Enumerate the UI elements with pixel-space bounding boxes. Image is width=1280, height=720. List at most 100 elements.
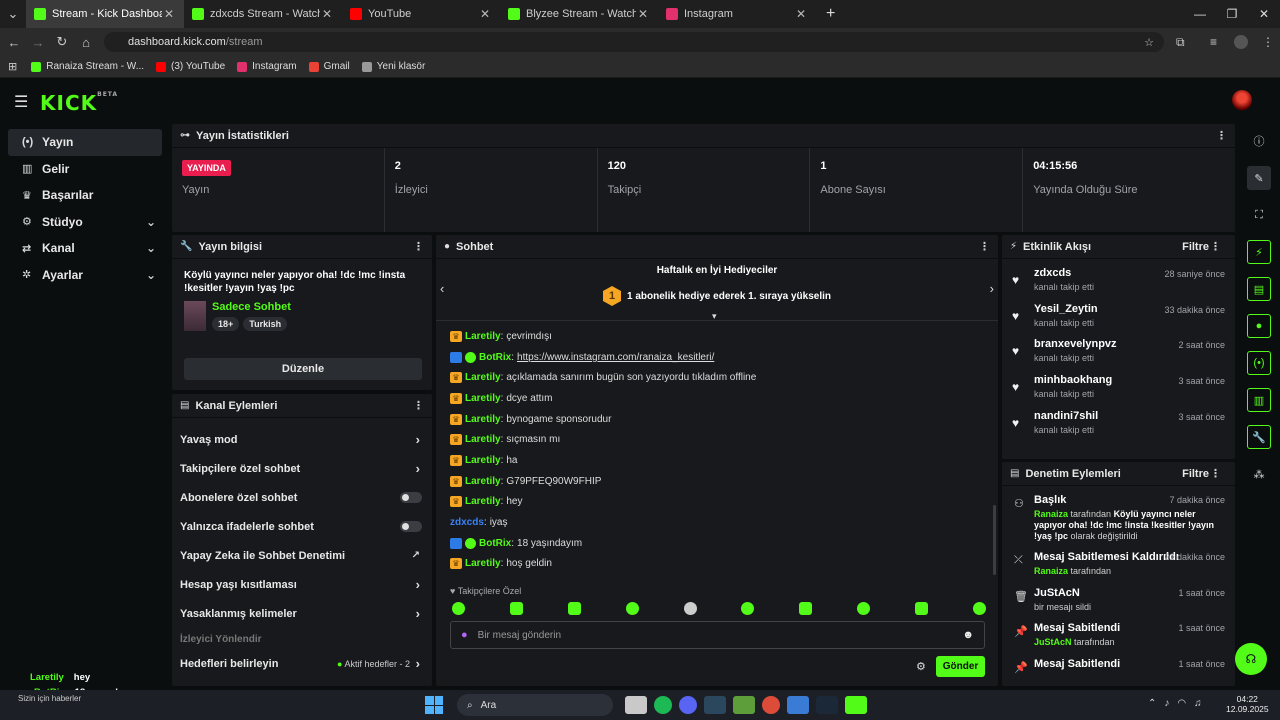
tray-chevron-icon[interactable]: ⌃ xyxy=(1148,698,1156,709)
sidebar-item-5[interactable]: ✲ Ayarlar ⌄ xyxy=(8,262,162,289)
steam-alt-icon[interactable] xyxy=(816,696,838,714)
widgets-icon[interactable]: ⁂ xyxy=(1247,462,1271,486)
tab-close-icon[interactable]: ✕ xyxy=(636,7,650,21)
browser-menu-icon[interactable]: ⋮ xyxy=(1262,35,1274,49)
home-icon[interactable]: ⌂ xyxy=(74,35,98,50)
emote[interactable] xyxy=(509,602,523,615)
volume-icon[interactable]: ♫ xyxy=(1194,698,1202,709)
emote[interactable] xyxy=(567,602,581,615)
activity-widget-icon[interactable]: ⚡ xyxy=(1247,240,1271,264)
media-icon[interactable]: ≡ xyxy=(1210,35,1217,49)
tab-close-icon[interactable]: ✕ xyxy=(794,7,808,21)
close-window-button[interactable]: ✕ xyxy=(1248,0,1280,28)
moderation-filter-button[interactable]: Filtre xyxy=(1182,468,1209,480)
new-tab-button[interactable]: + xyxy=(826,5,835,23)
moderation-more-icon[interactable]: ⋮ xyxy=(1210,467,1221,480)
kick-app-icon[interactable] xyxy=(845,696,867,714)
emote[interactable] xyxy=(915,602,928,615)
sidebar-item-2[interactable]: ♛ Başarılar xyxy=(8,182,162,209)
emote[interactable] xyxy=(972,602,986,615)
sidebar-item-1[interactable]: ▥ Gelir xyxy=(8,156,162,183)
stats-widget-icon[interactable]: ▤ xyxy=(1247,277,1271,301)
moderation-actor[interactable]: Ranaiza xyxy=(1034,566,1068,576)
news-widget[interactable]: Sizin için haberler xyxy=(18,694,81,703)
toggle-switch[interactable] xyxy=(400,492,422,503)
forward-icon[interactable]: → xyxy=(26,35,50,50)
activity-more-icon[interactable]: ⋮ xyxy=(1210,240,1221,253)
support-button[interactable]: ☊ xyxy=(1235,643,1267,675)
chat-username[interactable]: Laretily xyxy=(465,393,501,404)
chat-username[interactable]: BotRix xyxy=(479,352,511,363)
gifters-prev-icon[interactable]: ‹ xyxy=(440,281,444,296)
channel-action-row[interactable]: Yavaş mod › xyxy=(172,425,432,454)
chat-link[interactable]: https://www.instagram.com/ranaiza_kesitl… xyxy=(517,352,714,363)
url-field[interactable]: dashboard.kick.com/stream ☆ xyxy=(104,32,1164,52)
bookmark-item[interactable]: Yeni klasör xyxy=(361,61,425,72)
chat-username[interactable]: Laretily xyxy=(465,414,501,425)
chat-more-icon[interactable]: ⋮ xyxy=(979,240,990,253)
chat-username[interactable]: zdxcds xyxy=(450,517,484,528)
sidebar-item-0[interactable]: (•) Yayın xyxy=(8,129,162,156)
sidebar-item-4[interactable]: ⇄ Kanal ⌄ xyxy=(8,235,162,262)
tools-widget-icon[interactable]: 🔧 xyxy=(1247,425,1271,449)
windows-start-icon[interactable] xyxy=(425,696,443,714)
channel-action-row[interactable]: Yapay Zeka ile Sohbet Denetimi ↗ xyxy=(172,541,432,570)
browser-tab[interactable]: Stream - Kick Dashboard✕ xyxy=(26,0,184,28)
hamburger-menu-icon[interactable]: ☰ xyxy=(14,92,28,112)
collapse-banner-icon[interactable]: ▾ xyxy=(712,311,717,322)
maximize-button[interactable]: ❐ xyxy=(1216,0,1248,28)
stream-info-more-icon[interactable]: ⋮ xyxy=(413,240,424,253)
send-button[interactable]: Gönder xyxy=(936,656,985,677)
fullscreen-icon[interactable]: ⛶ xyxy=(1247,203,1271,227)
minecraft-icon[interactable] xyxy=(733,696,755,714)
channel-action-row[interactable]: Takipçilere özel sohbet › xyxy=(172,454,432,483)
chat-username[interactable]: BotRix xyxy=(479,538,511,549)
browser-tab[interactable]: zdxcds Stream - Watch Live on✕ xyxy=(184,0,342,28)
discord-icon[interactable] xyxy=(679,696,697,714)
moderation-actor[interactable]: Ranaiza xyxy=(1034,509,1068,519)
channel-action-row[interactable]: Yalnızca ifadelerle sohbet xyxy=(172,512,432,541)
chat-username[interactable]: Laretily xyxy=(465,476,501,487)
edit-icon[interactable]: ✎ xyxy=(1247,166,1271,190)
extensions-icon[interactable]: ⧉ xyxy=(1176,35,1185,50)
chat-username[interactable]: Laretily xyxy=(465,331,501,342)
chrome-icon[interactable] xyxy=(762,696,780,714)
back-icon[interactable]: ← xyxy=(2,35,26,50)
broadcast-widget-icon[interactable]: (•) xyxy=(1247,351,1271,375)
settings-app-icon[interactable] xyxy=(787,696,809,714)
emote[interactable] xyxy=(452,602,465,615)
chat-username[interactable]: Laretily xyxy=(465,434,501,445)
activity-filter-button[interactable]: Filtre xyxy=(1182,241,1209,253)
emote[interactable] xyxy=(741,602,755,615)
tab-close-icon[interactable]: ✕ xyxy=(320,7,334,21)
tab-close-icon[interactable]: ✕ xyxy=(478,7,492,21)
bookmark-item[interactable]: (3) YouTube xyxy=(156,61,225,72)
spotify-icon[interactable] xyxy=(654,696,672,714)
emote[interactable] xyxy=(857,602,871,615)
tab-search-icon[interactable]: ⌄ xyxy=(0,6,26,22)
file-explorer-icon[interactable] xyxy=(625,696,647,714)
scrollbar[interactable] xyxy=(993,505,996,575)
mic-tray-icon[interactable]: ♪ xyxy=(1164,698,1169,709)
bookmark-item[interactable]: Instagram xyxy=(237,61,297,72)
network-icon[interactable]: ◠ xyxy=(1177,698,1186,709)
taskbar-search[interactable]: ⌕ Ara xyxy=(457,694,613,716)
toggle-switch[interactable] xyxy=(400,521,422,532)
apps-grid-icon[interactable]: ⊞ xyxy=(8,60,17,73)
emote[interactable] xyxy=(625,602,639,615)
channel-action-row[interactable]: Hesap yaşı kısıtlaması › xyxy=(172,570,432,599)
gifters-next-icon[interactable]: › xyxy=(990,281,994,296)
chat-username[interactable]: Laretily xyxy=(465,558,501,569)
bookmark-item[interactable]: Ranaiza Stream - W... xyxy=(31,61,144,72)
actions-widget-icon[interactable]: ▥ xyxy=(1247,388,1271,412)
mic-icon[interactable]: ● xyxy=(461,629,468,641)
chat-username[interactable]: Laretily xyxy=(465,455,501,466)
browser-tab[interactable]: YouTube ✕ xyxy=(342,0,500,28)
edit-stream-button[interactable]: Düzenle xyxy=(184,358,422,380)
emoji-icon[interactable]: ☻ xyxy=(962,629,974,641)
channel-actions-more-icon[interactable]: ⋮ xyxy=(413,399,424,412)
minimize-button[interactable]: — xyxy=(1184,0,1216,28)
chat-input[interactable]: ● Bir mesaj gönderin ☻ xyxy=(450,621,985,649)
moderation-actor[interactable]: JuStAcN xyxy=(1034,637,1072,647)
emote[interactable] xyxy=(683,602,697,615)
